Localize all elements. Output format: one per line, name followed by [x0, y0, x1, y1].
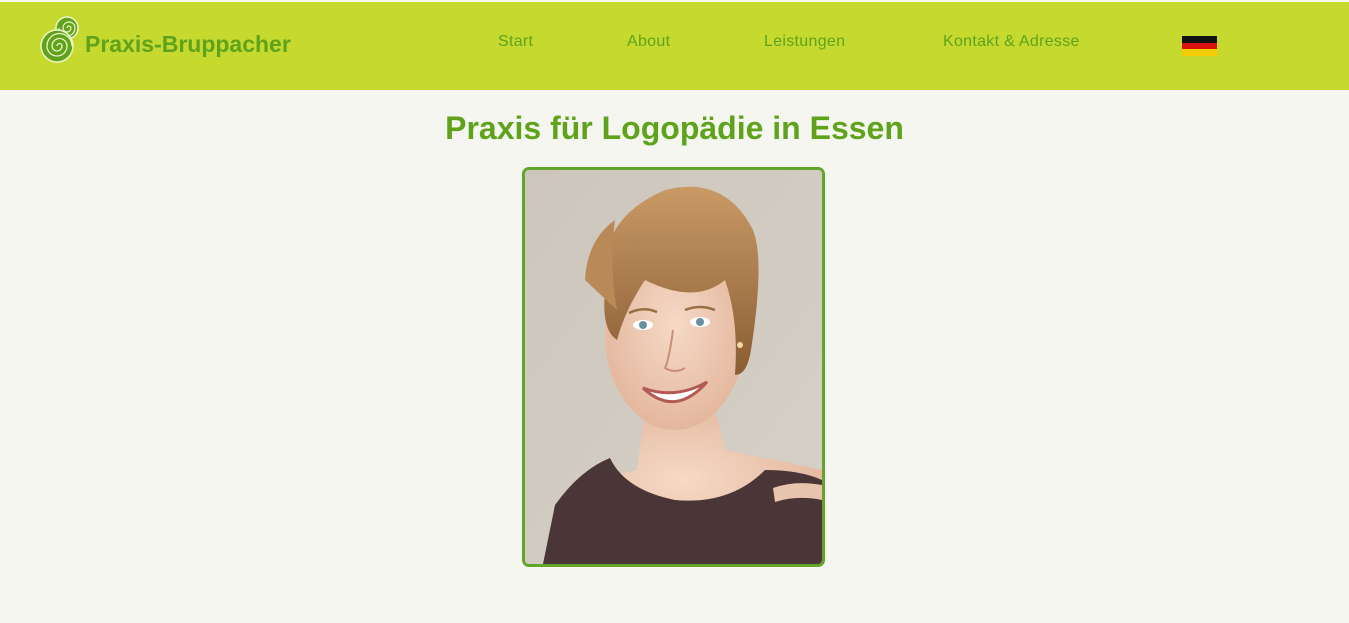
nav-start[interactable]: Start	[498, 33, 533, 51]
spiral-logo-icon	[40, 15, 84, 70]
nav-about[interactable]: About	[627, 33, 670, 51]
german-flag-icon[interactable]	[1182, 36, 1217, 56]
brand-name: Praxis-Bruppacher	[85, 31, 291, 57]
brand-logo-link[interactable]: Praxis-Bruppacher	[40, 15, 291, 70]
page-title: Praxis für Logopädie in Essen	[445, 110, 904, 146]
nav-kontakt-adresse[interactable]: Kontakt & Adresse	[943, 33, 1080, 51]
portrait-photo	[522, 167, 825, 567]
nav-leistungen[interactable]: Leistungen	[764, 33, 845, 51]
site-header: Praxis-Bruppacher Start About Leistungen…	[0, 2, 1349, 90]
